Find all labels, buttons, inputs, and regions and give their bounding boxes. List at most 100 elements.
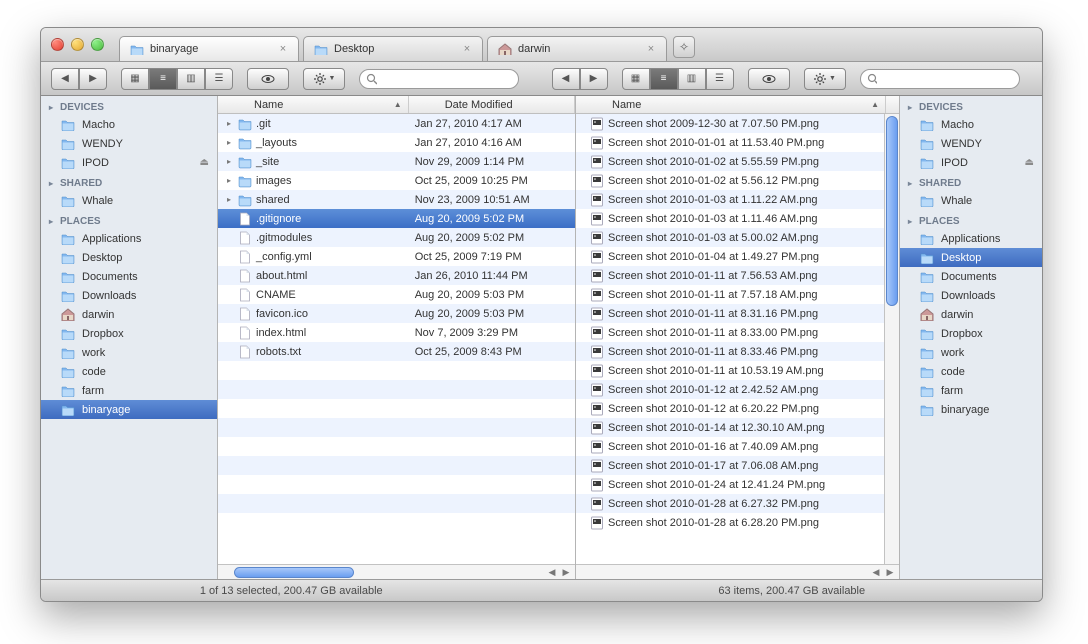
- disclosure-triangle[interactable]: ▸: [224, 119, 234, 128]
- file-row[interactable]: Screen shot 2010-01-04 at 1.49.27 PM.png: [576, 247, 884, 266]
- sidebar-item-applications[interactable]: Applications: [41, 229, 217, 248]
- disclosure-triangle[interactable]: ▸: [224, 157, 234, 166]
- file-row[interactable]: Screen shot 2010-01-12 at 2.42.52 AM.png: [576, 380, 884, 399]
- file-row[interactable]: Screen shot 2010-01-11 at 7.57.18 AM.png: [576, 285, 884, 304]
- view-icons-button[interactable]: ▦: [121, 68, 149, 90]
- tab-close-button[interactable]: ×: [276, 42, 290, 56]
- disclosure-triangle[interactable]: ▸: [224, 195, 234, 204]
- file-row[interactable]: _config.ymlOct 25, 2009 7:19 PM: [218, 247, 575, 266]
- hscroll-left-arrow-right[interactable]: ◀: [869, 566, 883, 579]
- file-row[interactable]: Screen shot 2010-01-11 at 8.33.00 PM.png: [576, 323, 884, 342]
- file-row[interactable]: Screen shot 2009-12-30 at 7.07.50 PM.png: [576, 114, 884, 133]
- forward-button-right[interactable]: ▶: [580, 68, 608, 90]
- sidebar-item-binaryage[interactable]: binaryage: [900, 400, 1042, 419]
- eject-icon[interactable]: ⏏: [200, 157, 209, 168]
- file-row[interactable]: Screen shot 2010-01-28 at 6.28.20 PM.png: [576, 513, 884, 532]
- sidebar-item-work[interactable]: work: [41, 343, 217, 362]
- sidebar-item-farm[interactable]: farm: [900, 381, 1042, 400]
- file-row[interactable]: Screen shot 2010-01-02 at 5.55.59 PM.png: [576, 152, 884, 171]
- file-row[interactable]: Screen shot 2010-01-17 at 7.06.08 AM.png: [576, 456, 884, 475]
- sidebar-item-documents[interactable]: Documents: [900, 267, 1042, 286]
- sidebar-item-ipod[interactable]: IPOD⏏: [41, 153, 217, 172]
- hscrollbar-left[interactable]: ◀▶: [218, 564, 575, 579]
- sidebar-item-wendy[interactable]: WENDY: [900, 134, 1042, 153]
- sidebar-section-shared[interactable]: SHARED: [41, 172, 217, 191]
- sidebar-item-darwin[interactable]: darwin: [41, 305, 217, 324]
- sidebar-section-shared[interactable]: SHARED: [900, 172, 1042, 191]
- sidebar-item-macho[interactable]: Macho: [900, 115, 1042, 134]
- file-row[interactable]: Screen shot 2010-01-11 at 7.56.53 AM.png: [576, 266, 884, 285]
- sidebar-item-applications[interactable]: Applications: [900, 229, 1042, 248]
- file-row[interactable]: ▸_siteNov 29, 2009 1:14 PM: [218, 152, 575, 171]
- hscroll-left-arrow[interactable]: ◀: [545, 566, 559, 579]
- file-row[interactable]: Screen shot 2010-01-11 at 8.33.46 PM.png: [576, 342, 884, 361]
- file-row[interactable]: ▸_layoutsJan 27, 2010 4:16 AM: [218, 133, 575, 152]
- sidebar-item-work[interactable]: work: [900, 343, 1042, 362]
- sidebar-item-macho[interactable]: Macho: [41, 115, 217, 134]
- action-menu-button[interactable]: ▼: [303, 68, 345, 90]
- sidebar-item-dropbox[interactable]: Dropbox: [900, 324, 1042, 343]
- hscroll-right-arrow-right[interactable]: ▶: [883, 566, 897, 579]
- hscrollbar-right[interactable]: ◀▶: [576, 564, 899, 579]
- sidebar-item-darwin[interactable]: darwin: [900, 305, 1042, 324]
- sidebar-item-farm[interactable]: farm: [41, 381, 217, 400]
- forward-button[interactable]: ▶: [79, 68, 107, 90]
- quicklook-button[interactable]: [247, 68, 289, 90]
- view-coverflow-button-right[interactable]: ☰: [706, 68, 734, 90]
- view-icons-button-right[interactable]: ▦: [622, 68, 650, 90]
- file-row[interactable]: Screen shot 2010-01-11 at 10.53.19 AM.pn…: [576, 361, 884, 380]
- back-button-right[interactable]: ◀: [552, 68, 580, 90]
- sidebar-section-places[interactable]: PLACES: [41, 210, 217, 229]
- sidebar-item-downloads[interactable]: Downloads: [41, 286, 217, 305]
- tab-desktop[interactable]: Desktop×: [303, 36, 483, 61]
- sidebar-section-devices[interactable]: DEVICES: [41, 96, 217, 115]
- quicklook-button-right[interactable]: [748, 68, 790, 90]
- file-row[interactable]: Screen shot 2010-01-03 at 1.11.22 AM.png: [576, 190, 884, 209]
- column-header-date-modified[interactable]: Date Modified: [409, 96, 575, 113]
- back-button[interactable]: ◀: [51, 68, 79, 90]
- file-row[interactable]: Screen shot 2010-01-01 at 11.53.40 PM.pn…: [576, 133, 884, 152]
- file-row[interactable]: index.htmlNov 7, 2009 3:29 PM: [218, 323, 575, 342]
- file-row[interactable]: Screen shot 2010-01-16 at 7.40.09 AM.png: [576, 437, 884, 456]
- sidebar-item-code[interactable]: code: [41, 362, 217, 381]
- file-row[interactable]: .gitignoreAug 20, 2009 5:02 PM: [218, 209, 575, 228]
- file-row[interactable]: Screen shot 2010-01-03 at 1.11.46 AM.png: [576, 209, 884, 228]
- new-tab-button[interactable]: ✧: [673, 36, 695, 58]
- tab-binaryage[interactable]: binaryage×: [119, 36, 299, 61]
- file-row[interactable]: .gitmodulesAug 20, 2009 5:02 PM: [218, 228, 575, 247]
- sidebar-item-dropbox[interactable]: Dropbox: [41, 324, 217, 343]
- file-row[interactable]: Screen shot 2010-01-02 at 5.56.12 PM.png: [576, 171, 884, 190]
- view-columns-button-right[interactable]: ▥: [678, 68, 706, 90]
- eject-icon[interactable]: ⏏: [1025, 157, 1034, 168]
- sidebar-item-desktop[interactable]: Desktop: [900, 248, 1042, 267]
- search-input-right[interactable]: [881, 73, 1012, 85]
- disclosure-triangle[interactable]: ▸: [224, 138, 234, 147]
- file-row[interactable]: Screen shot 2010-01-24 at 12.41.24 PM.pn…: [576, 475, 884, 494]
- vscrollbar-right[interactable]: [884, 114, 899, 564]
- view-coverflow-button[interactable]: ☰: [205, 68, 233, 90]
- sidebar-item-whale[interactable]: Whale: [41, 191, 217, 210]
- close-window-button[interactable]: [51, 38, 64, 51]
- view-list-button-right[interactable]: ≡: [650, 68, 678, 90]
- file-row[interactable]: favicon.icoAug 20, 2009 5:03 PM: [218, 304, 575, 323]
- file-row[interactable]: ▸.gitJan 27, 2010 4:17 AM: [218, 114, 575, 133]
- file-row[interactable]: CNAMEAug 20, 2009 5:03 PM: [218, 285, 575, 304]
- tab-close-button[interactable]: ×: [644, 42, 658, 56]
- file-row[interactable]: Screen shot 2010-01-14 at 12.30.10 AM.pn…: [576, 418, 884, 437]
- file-row[interactable]: Screen shot 2010-01-03 at 5.00.02 AM.png: [576, 228, 884, 247]
- search-input-left[interactable]: [381, 73, 512, 85]
- sidebar-section-devices[interactable]: DEVICES: [900, 96, 1042, 115]
- file-row[interactable]: ▸imagesOct 25, 2009 10:25 PM: [218, 171, 575, 190]
- view-columns-button[interactable]: ▥: [177, 68, 205, 90]
- sidebar-item-documents[interactable]: Documents: [41, 267, 217, 286]
- action-menu-button-right[interactable]: ▼: [804, 68, 846, 90]
- sidebar-item-binaryage[interactable]: binaryage: [41, 400, 217, 419]
- file-row[interactable]: about.htmlJan 26, 2010 11:44 PM: [218, 266, 575, 285]
- vscroll-thumb[interactable]: [886, 116, 898, 306]
- tab-darwin[interactable]: darwin×: [487, 36, 667, 61]
- file-row[interactable]: Screen shot 2010-01-11 at 8.31.16 PM.png: [576, 304, 884, 323]
- sidebar-item-desktop[interactable]: Desktop: [41, 248, 217, 267]
- sidebar-section-places[interactable]: PLACES: [900, 210, 1042, 229]
- column-header-name[interactable]: Name: [218, 96, 409, 113]
- file-row[interactable]: Screen shot 2010-01-12 at 6.20.22 PM.png: [576, 399, 884, 418]
